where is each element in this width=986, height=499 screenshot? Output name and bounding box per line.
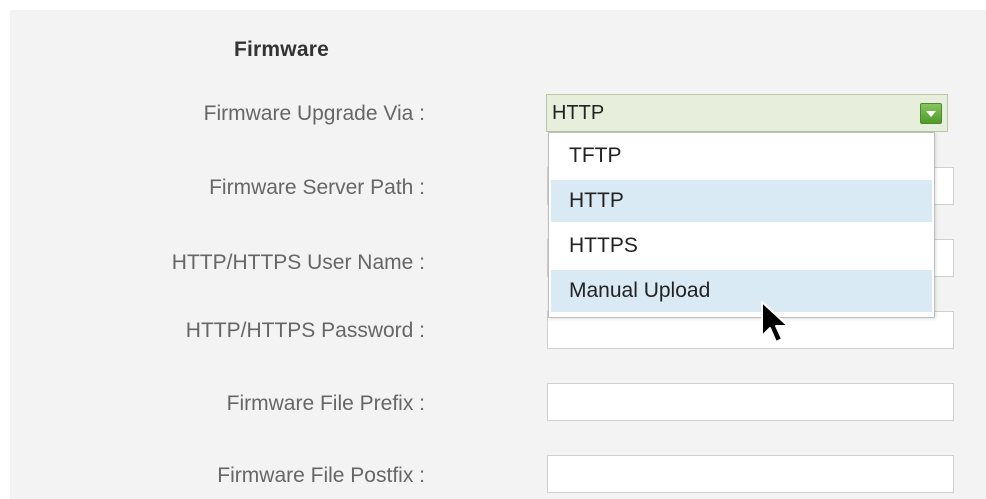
file-postfix-input[interactable] [547, 455, 954, 493]
upgrade-via-dropdown: TFTP HTTP HTTPS Manual Upload [548, 132, 935, 318]
dropdown-option-manual-upload[interactable]: Manual Upload [551, 270, 932, 312]
upgrade-via-label: Firmware Upgrade Via : [203, 102, 425, 125]
dropdown-option-http[interactable]: HTTP [551, 180, 932, 222]
server-path-label: Firmware Server Path : [209, 176, 425, 199]
dropdown-option-https[interactable]: HTTPS [551, 225, 932, 267]
section-title: Firmware [234, 38, 329, 61]
password-label: HTTP/HTTPS Password : [185, 319, 425, 342]
upgrade-via-value: HTTP [552, 102, 605, 124]
dropdown-option-tftp[interactable]: TFTP [551, 135, 932, 177]
chevron-down-icon[interactable] [920, 103, 942, 124]
file-postfix-label: Firmware File Postfix : [217, 464, 425, 487]
user-name-label: HTTP/HTTPS User Name : [171, 251, 425, 274]
file-prefix-label: Firmware File Prefix : [226, 392, 425, 415]
upgrade-via-select[interactable]: HTTP [546, 94, 948, 132]
file-prefix-input[interactable] [547, 383, 954, 421]
mouse-pointer-icon [761, 301, 789, 343]
